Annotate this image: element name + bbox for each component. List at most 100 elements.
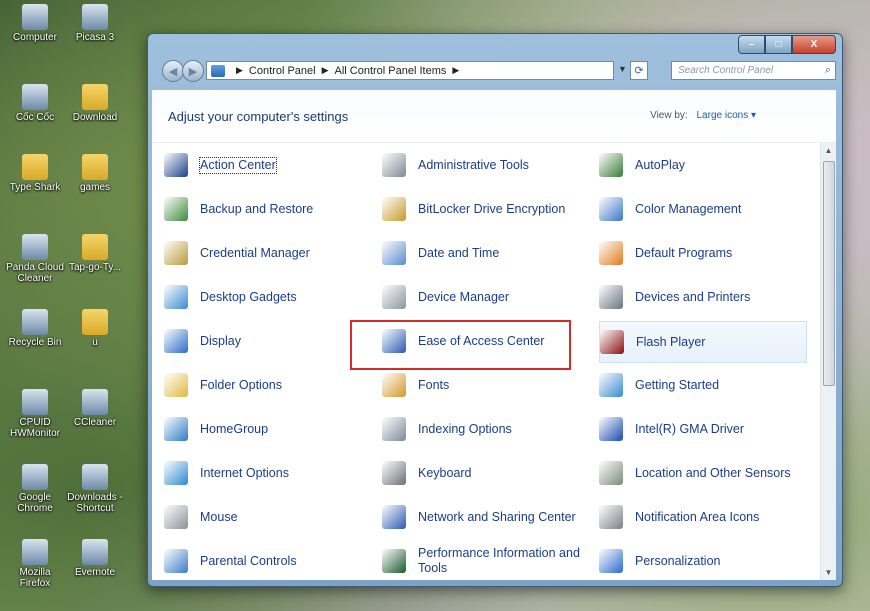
breadcrumb-separator-icon[interactable]: ▶ — [452, 65, 459, 76]
computer-icon — [22, 4, 48, 30]
search-input[interactable]: Search Control Panel ⌕ — [671, 61, 836, 80]
search-icon[interactable]: ⌕ — [825, 64, 831, 77]
cp-item-personalization[interactable]: Personalization — [599, 541, 805, 580]
cp-item-flash-player[interactable]: Flash Player — [599, 321, 807, 363]
breadcrumb-all-items[interactable]: All Control Panel Items — [335, 65, 447, 77]
printer-icon — [599, 285, 623, 309]
desktop-icon[interactable]: Type Shark — [4, 154, 66, 193]
cp-item-location-and-other-sensors[interactable]: Location and Other Sensors — [599, 453, 805, 493]
scroll-up-icon[interactable]: ▲ — [821, 143, 836, 158]
cp-item-label: HomeGroup — [200, 421, 269, 436]
desktop-icon[interactable]: Download — [64, 84, 126, 123]
cp-item-color-management[interactable]: Color Management — [599, 189, 805, 229]
cp-item-label: Desktop Gadgets — [200, 289, 297, 304]
cpuid-icon — [22, 389, 48, 415]
highlight-box — [350, 320, 571, 370]
minimize-button[interactable]: – — [738, 35, 765, 54]
desktop-icon[interactable]: u — [64, 309, 126, 348]
desktop-icon[interactable]: Computer — [4, 4, 66, 43]
network-icon — [382, 505, 406, 529]
color-mgmt-icon — [599, 197, 623, 221]
display-icon — [164, 329, 188, 353]
cp-item-network-and-sharing-center[interactable]: Network and Sharing Center — [382, 497, 592, 537]
desktop-icon[interactable]: CCleaner — [64, 389, 126, 428]
folder-icon — [82, 84, 108, 110]
desktop-icon[interactable]: Tap-go-Ty... — [64, 234, 126, 273]
desktop-icon[interactable]: Mozilla Firefox — [4, 539, 66, 589]
refresh-button[interactable]: ⟳ — [630, 61, 648, 80]
search-placeholder: Search Control Panel — [678, 65, 774, 76]
cp-item-notification-area-icons[interactable]: Notification Area Icons — [599, 497, 805, 537]
maximize-button[interactable]: □ — [765, 35, 792, 54]
shortcut-icon — [82, 464, 108, 490]
desktop-icon-label: Tap-go-Ty... — [68, 262, 122, 273]
cp-item-date-and-time[interactable]: Date and Time — [382, 233, 592, 273]
cp-item-autoplay[interactable]: AutoPlay — [599, 145, 805, 185]
cp-item-credential-manager[interactable]: Credential Manager — [164, 233, 374, 273]
mouse-icon — [164, 505, 188, 529]
cp-item-internet-options[interactable]: Internet Options — [164, 453, 374, 493]
cp-item-getting-started[interactable]: Getting Started — [599, 365, 805, 405]
flash-icon — [600, 330, 624, 354]
personalization-icon — [599, 549, 623, 573]
admin-tools-icon — [382, 153, 406, 177]
forward-button[interactable]: ▶ — [182, 60, 204, 82]
scrollbar[interactable]: ▲ ▼ — [820, 143, 836, 580]
desktop-icon-label: Google Chrome — [17, 492, 53, 514]
cp-item-indexing-options[interactable]: Indexing Options — [382, 409, 592, 449]
cp-item-label: Performance Information and Tools — [418, 546, 580, 575]
cp-item-keyboard[interactable]: Keyboard — [382, 453, 592, 493]
cp-item-label: Keyboard — [418, 465, 472, 480]
title-bar[interactable]: – □ X — [148, 34, 842, 58]
desktop-icon[interactable]: Evernote — [64, 539, 126, 578]
desktop-icon[interactable]: CPUID HWMonitor — [4, 389, 66, 439]
cp-item-display[interactable]: Display — [164, 321, 374, 361]
address-dropdown-icon[interactable]: ▼ — [618, 64, 627, 74]
desktop-icon[interactable]: Picasa 3 — [64, 4, 126, 43]
address-bar[interactable]: ▶ Control Panel ▶ All Control Panel Item… — [206, 61, 614, 80]
desktop-icon[interactable]: Recycle Bin — [4, 309, 66, 348]
breadcrumb-control-panel[interactable]: Control Panel — [249, 65, 316, 77]
cp-item-bitlocker-drive-encryption[interactable]: BitLocker Drive Encryption — [382, 189, 592, 229]
cp-item-desktop-gadgets[interactable]: Desktop Gadgets — [164, 277, 374, 317]
desktop-icon-label: Panda Cloud Cleaner — [6, 262, 64, 284]
desktop-icon[interactable]: Panda Cloud Cleaner — [4, 234, 66, 284]
back-button[interactable]: ◀ — [162, 60, 184, 82]
breadcrumb-separator-icon: ▶ — [236, 65, 243, 75]
cp-item-label: Folder Options — [200, 377, 282, 392]
cp-item-default-programs[interactable]: Default Programs — [599, 233, 805, 273]
cp-item-label: BitLocker Drive Encryption — [418, 201, 566, 216]
desktop-icon-label: games — [79, 182, 110, 193]
cp-item-backup-and-restore[interactable]: Backup and Restore — [164, 189, 374, 229]
desktop-icon[interactable]: Downloads - Shortcut — [64, 464, 126, 514]
desktop-icon-label: Type Shark — [9, 182, 61, 193]
cp-item-administrative-tools[interactable]: Administrative Tools — [382, 145, 592, 185]
cp-item-action-center[interactable]: Action Center — [164, 145, 374, 185]
desktop-icon[interactable]: games — [64, 154, 126, 193]
cp-item-device-manager[interactable]: Device Manager — [382, 277, 592, 317]
desktop-icon-label: Cốc Cốc — [15, 112, 55, 123]
refresh-icon: ⟳ — [634, 65, 644, 77]
flag-icon — [164, 153, 188, 177]
scroll-down-icon[interactable]: ▼ — [821, 565, 836, 580]
cp-item-parental-controls[interactable]: Parental Controls — [164, 541, 374, 580]
folder-icon — [82, 154, 108, 180]
cp-item-label: Color Management — [635, 201, 742, 216]
intel-icon — [599, 417, 623, 441]
cp-item-fonts[interactable]: Fonts — [382, 365, 592, 405]
cp-item-label: Credential Manager — [200, 245, 310, 260]
cp-item-intel-r-gma-driver[interactable]: Intel(R) GMA Driver — [599, 409, 805, 449]
cp-item-mouse[interactable]: Mouse — [164, 497, 374, 537]
cp-item-performance-information-and-tools[interactable]: Performance Information and Tools — [382, 541, 592, 580]
desktop-icon[interactable]: Google Chrome — [4, 464, 66, 514]
cp-item-label: Network and Sharing Center — [418, 509, 576, 524]
view-by-dropdown[interactable]: Large icons ▾ — [697, 110, 757, 121]
cp-item-homegroup[interactable]: HomeGroup — [164, 409, 374, 449]
cp-item-devices-and-printers[interactable]: Devices and Printers — [599, 277, 805, 317]
cp-item-folder-options[interactable]: Folder Options — [164, 365, 374, 405]
desktop-icon[interactable]: Cốc Cốc — [4, 84, 66, 123]
view-by: View by: Large icons ▾ — [650, 110, 756, 121]
scroll-thumb[interactable] — [823, 161, 835, 386]
close-button[interactable]: X — [792, 35, 836, 54]
address-row: ◀ ▶ ▶ Control Panel ▶ All Control Panel … — [148, 58, 842, 88]
